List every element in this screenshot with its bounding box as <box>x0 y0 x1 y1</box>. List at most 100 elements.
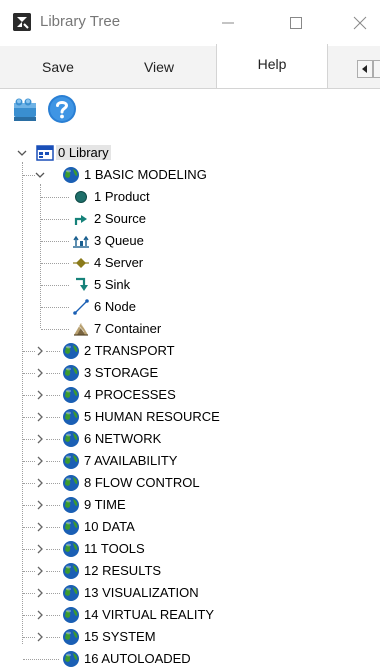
tree-guide-h <box>46 373 60 374</box>
chevron-right-icon[interactable] <box>34 433 46 445</box>
tree-row-folder[interactable]: 11 TOOLS <box>0 538 380 560</box>
maximize-icon <box>290 17 302 29</box>
app-logo-icon <box>13 13 31 31</box>
tree-guide-h <box>46 417 60 418</box>
window-title: Library Tree <box>40 13 121 30</box>
tree-folder-label: 10 DATA <box>84 519 135 534</box>
minimize-button[interactable] <box>214 8 244 38</box>
tree-row-folder[interactable]: 2 TRANSPORT <box>0 340 380 362</box>
tree-folder-label: 11 TOOLS <box>84 541 145 556</box>
chevron-right-icon[interactable] <box>34 499 46 511</box>
tree-row-root[interactable]: 0 Library <box>0 142 380 164</box>
globe-icon <box>63 497 79 513</box>
chevron-right-icon[interactable] <box>34 587 46 599</box>
tree-folder-label: 14 VIRTUAL REALITY <box>84 607 215 622</box>
tab-help[interactable]: Help <box>216 44 328 88</box>
tree-folder-label: 3 STORAGE <box>84 365 159 380</box>
tree-folder-label: 12 RESULTS <box>84 563 162 578</box>
tree-guide-h <box>46 461 60 462</box>
chevron-right-icon[interactable] <box>34 367 46 379</box>
tab-scroll-left-button[interactable] <box>357 60 373 78</box>
tree-row-folder[interactable]: 7 AVAILABILITY <box>0 450 380 472</box>
tree-guide-h <box>46 483 60 484</box>
chevron-right-icon[interactable] <box>34 565 46 577</box>
tree-child-label: 6 Node <box>94 299 136 314</box>
tree-guide-h <box>41 241 69 242</box>
chevron-down-icon[interactable] <box>16 147 28 159</box>
globe-icon <box>63 431 79 447</box>
chevron-down-icon[interactable] <box>34 169 46 181</box>
tree-row-container[interactable]: 7 Container <box>0 318 380 340</box>
globe-icon <box>63 475 79 491</box>
tree-folder-label: 15 SYSTEM <box>84 629 156 644</box>
tree-basic-modeling-label: 1 BASIC MODELING <box>84 167 207 182</box>
globe-icon <box>63 387 79 403</box>
globe-icon <box>63 629 79 645</box>
chevron-right-icon[interactable] <box>34 345 46 357</box>
tab-scroll-right-button[interactable] <box>373 60 380 78</box>
help-question-icon <box>48 95 76 123</box>
tree-guide-h <box>46 395 60 396</box>
close-icon <box>353 16 367 30</box>
container-icon <box>74 323 88 336</box>
chevron-right-icon[interactable] <box>34 609 46 621</box>
maximize-button[interactable] <box>282 8 312 38</box>
globe-icon <box>63 167 79 183</box>
close-button[interactable] <box>346 8 376 38</box>
tree-guide-h <box>46 505 60 506</box>
library-blocks-button[interactable] <box>10 93 42 125</box>
tree-row-node[interactable]: 6 Node <box>0 296 380 318</box>
tree-row-folder[interactable]: 12 RESULTS <box>0 560 380 582</box>
tree-row-autoloaded[interactable]: 16 AUTOLOADED <box>0 648 380 670</box>
chevron-right-icon[interactable] <box>34 477 46 489</box>
chevron-right-icon[interactable] <box>34 455 46 467</box>
tree-row-basic-modeling[interactable]: 1 BASIC MODELING <box>0 164 380 186</box>
tree-row-product[interactable]: 1 Product <box>0 186 380 208</box>
chevron-right-icon[interactable] <box>34 631 46 643</box>
title-bar: Library Tree <box>0 0 380 46</box>
chevron-right-icon[interactable] <box>34 521 46 533</box>
tree-row-source[interactable]: 2 Source <box>0 208 380 230</box>
tree-child-label: 2 Source <box>94 211 147 226</box>
tree-row-sink[interactable]: 5 Sink <box>0 274 380 296</box>
tree-row-folder[interactable]: 9 TIME <box>0 494 380 516</box>
queue-icon <box>73 235 89 248</box>
tree-guide-h <box>46 527 60 528</box>
tree-row-folder[interactable]: 5 HUMAN RESOURCE <box>0 406 380 428</box>
tab-help-label: Help <box>257 56 287 72</box>
tree-guide-h <box>46 637 60 638</box>
help-button[interactable] <box>46 93 78 125</box>
tree-child-label: 1 Product <box>94 189 150 204</box>
arrow-left-icon <box>362 65 367 73</box>
tree-guide-h <box>46 593 60 594</box>
library-window-icon <box>36 145 54 161</box>
node-line-icon <box>73 299 89 315</box>
globe-icon <box>63 409 79 425</box>
toolbar <box>0 89 380 129</box>
tree-row-server[interactable]: 4 Server <box>0 252 380 274</box>
tree-row-folder[interactable]: 13 VISUALIZATION <box>0 582 380 604</box>
globe-icon <box>63 343 79 359</box>
tree-row-folder[interactable]: 15 SYSTEM <box>0 626 380 648</box>
tree-guide-h <box>46 439 60 440</box>
chevron-right-icon[interactable] <box>34 389 46 401</box>
library-tree: 0 Library 1 BASIC MODELING 1 Product 2 S… <box>0 140 380 667</box>
tree-guide-h <box>41 263 69 264</box>
tree-row-folder[interactable]: 6 NETWORK <box>0 428 380 450</box>
tree-row-folder[interactable]: 3 STORAGE <box>0 362 380 384</box>
server-diamond-icon <box>73 258 89 268</box>
globe-icon <box>63 651 79 667</box>
chevron-right-icon[interactable] <box>34 411 46 423</box>
tree-child-label: 5 Sink <box>94 277 131 292</box>
minimize-icon <box>222 22 234 24</box>
tree-row-folder[interactable]: 14 VIRTUAL REALITY <box>0 604 380 626</box>
tree-row-folder[interactable]: 4 PROCESSES <box>0 384 380 406</box>
tree-row-queue[interactable]: 3 Queue <box>0 230 380 252</box>
tree-row-folder[interactable]: 10 DATA <box>0 516 380 538</box>
tree-row-folder[interactable]: 8 FLOW CONTROL <box>0 472 380 494</box>
globe-icon <box>63 365 79 381</box>
globe-icon <box>63 563 79 579</box>
tab-view[interactable]: View <box>116 46 202 88</box>
chevron-right-icon[interactable] <box>34 543 46 555</box>
tab-save[interactable]: Save <box>0 46 116 88</box>
